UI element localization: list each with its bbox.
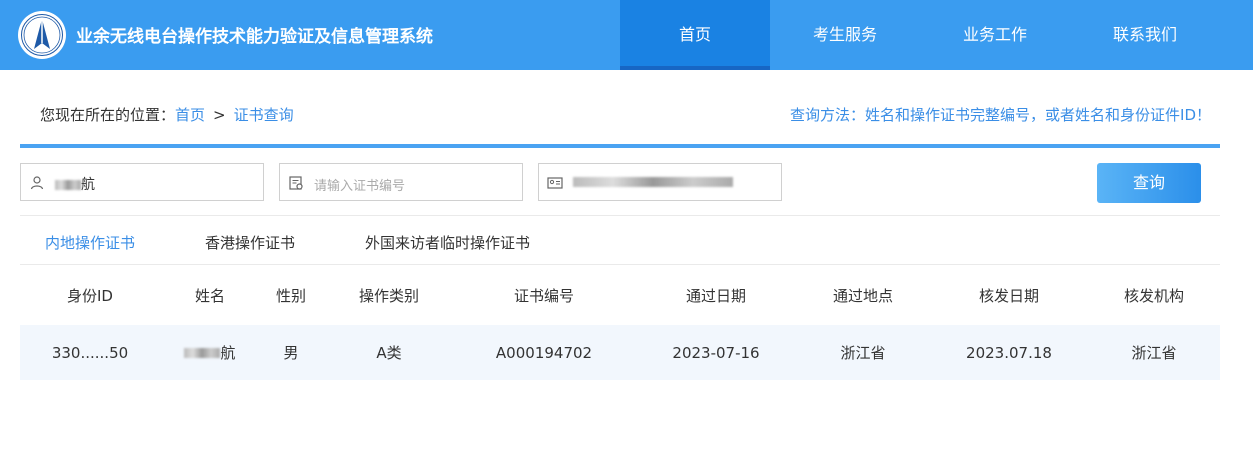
cell-gender: 男 bbox=[283, 344, 299, 362]
cell-name-visible: 航 bbox=[220, 344, 236, 362]
site-logo[interactable] bbox=[18, 11, 66, 59]
cell-name: 航 bbox=[160, 325, 260, 380]
name-input-value: 航 bbox=[55, 174, 95, 194]
cell-pass-place: 浙江省 bbox=[840, 344, 886, 362]
top-header: 业余无线电台操作技术能力验证及信息管理系统 首页 考生服务 业务工作 联系我们 bbox=[0, 0, 1253, 70]
col-gender: 性别 bbox=[275, 286, 306, 305]
section-divider bbox=[20, 144, 1220, 148]
user-icon bbox=[30, 176, 44, 190]
name-input[interactable]: 航 bbox=[20, 163, 264, 201]
site-title[interactable]: 业余无线电台操作技术能力验证及信息管理系统 bbox=[76, 22, 433, 47]
main-nav: 首页 考生服务 业务工作 联系我们 bbox=[620, 0, 1220, 70]
breadcrumb-home-link[interactable]: 首页 bbox=[175, 106, 205, 124]
nav-home[interactable]: 首页 bbox=[620, 0, 770, 70]
id-number-value-redacted bbox=[573, 174, 733, 190]
col-issue-date: 核发日期 bbox=[978, 286, 1039, 305]
redacted-id-number bbox=[573, 177, 733, 187]
cell-pass-date: 2023-07-16 bbox=[672, 343, 760, 362]
nav-candidate-services[interactable]: 考生服务 bbox=[770, 0, 920, 70]
redacted-name bbox=[184, 347, 221, 358]
id-card-icon bbox=[547, 177, 563, 189]
certificate-icon bbox=[289, 176, 303, 190]
query-button[interactable]: 查询 bbox=[1097, 163, 1201, 203]
nav-contact-us[interactable]: 联系我们 bbox=[1070, 0, 1220, 70]
cell-id: 330......50 bbox=[51, 343, 129, 362]
col-cert-no: 证书编号 bbox=[513, 286, 574, 305]
col-id: 身份ID bbox=[67, 286, 113, 305]
col-pass-date: 通过日期 bbox=[685, 286, 746, 305]
cell-issue-date: 2023.07.18 bbox=[966, 343, 1052, 362]
tab-hongkong-cert[interactable]: 香港操作证书 bbox=[205, 232, 295, 253]
breadcrumb-separator: > bbox=[213, 106, 226, 124]
tab-foreign-visitor-cert[interactable]: 外国来访者临时操作证书 bbox=[365, 232, 530, 253]
tab-mainland-cert[interactable]: 内地操作证书 bbox=[45, 232, 135, 253]
cell-issuer: 浙江省 bbox=[1131, 344, 1177, 362]
col-pass-place: 通过地点 bbox=[832, 286, 893, 305]
tabs-divider bbox=[20, 264, 1220, 265]
name-input-visible-text: 航 bbox=[81, 177, 95, 193]
table-header: 身份ID 姓名 性别 操作类别 证书编号 通过日期 通过地点 核发日期 核发机构 bbox=[20, 266, 1220, 324]
id-number-input[interactable] bbox=[538, 163, 782, 201]
cert-number-input[interactable]: 请输入证书编号 bbox=[279, 163, 523, 201]
breadcrumb-prefix: 您现在所在的位置： bbox=[40, 106, 176, 124]
filter-divider bbox=[20, 215, 1220, 216]
cell-category: A类 bbox=[376, 344, 402, 362]
query-hint: 查询方法：姓名和操作证书完整编号，或者姓名和身份证件ID！ bbox=[790, 106, 1211, 124]
col-category: 操作类别 bbox=[358, 286, 419, 305]
table-row: 330......50 航 男 A类 A000194702 2023-07-16… bbox=[20, 325, 1220, 380]
col-name: 姓名 bbox=[194, 286, 225, 305]
col-issuer: 核发机构 bbox=[1123, 286, 1184, 305]
breadcrumb-current[interactable]: 证书查询 bbox=[234, 106, 294, 124]
cert-number-placeholder: 请输入证书编号 bbox=[314, 179, 406, 194]
breadcrumb: 您现在所在的位置：首页 > 证书查询 bbox=[40, 104, 294, 125]
redacted-name-part bbox=[55, 180, 81, 190]
antenna-logo-icon bbox=[23, 16, 61, 54]
nav-business-work[interactable]: 业务工作 bbox=[920, 0, 1070, 70]
cell-cert-no: A000194702 bbox=[495, 343, 593, 362]
